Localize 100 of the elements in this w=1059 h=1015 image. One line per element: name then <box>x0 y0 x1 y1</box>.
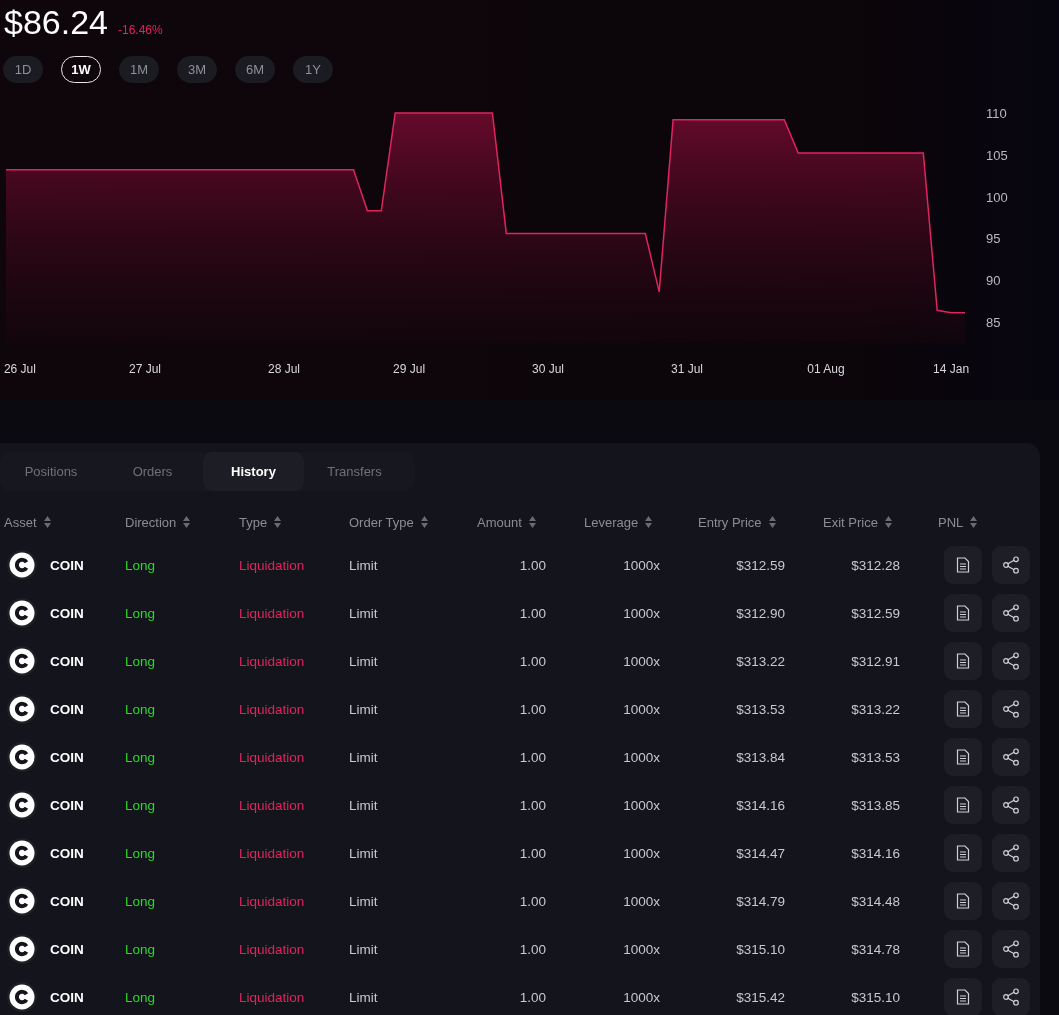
column-header[interactable]: Leverage <box>584 514 639 530</box>
details-button[interactable] <box>944 930 982 968</box>
coin-logo-icon <box>9 552 35 578</box>
table-cell: Long <box>125 941 156 957</box>
table-cell: Long <box>125 653 156 669</box>
column-header[interactable]: Asset <box>4 514 37 530</box>
share-icon <box>1002 892 1020 910</box>
details-button[interactable] <box>944 642 982 680</box>
document-icon <box>956 557 970 573</box>
table-cell: 1.00 <box>519 557 546 573</box>
range-tab[interactable]: 3M <box>177 56 217 83</box>
table-cell: Liquidation <box>239 989 305 1005</box>
table-cell: Liquidation <box>239 701 305 717</box>
tab[interactable]: Transfers <box>304 452 405 491</box>
table-cell: 1000x <box>623 749 660 765</box>
share-button[interactable] <box>992 834 1030 872</box>
table-cell: Long <box>125 605 156 621</box>
sort-icon[interactable] <box>528 515 536 529</box>
table-cell: Long <box>125 557 156 573</box>
coin-logo-icon <box>9 696 35 722</box>
asset-name: COIN <box>50 797 84 813</box>
details-button[interactable] <box>944 690 982 728</box>
table-cell: $313.53 <box>736 701 785 717</box>
column-header[interactable]: Type <box>239 514 268 530</box>
table-cell: 1.00 <box>519 749 546 765</box>
sort-icon[interactable] <box>274 515 282 529</box>
range-tab[interactable]: 1Y <box>293 56 333 83</box>
share-button[interactable] <box>992 642 1030 680</box>
sort-icon[interactable] <box>884 515 892 529</box>
details-button[interactable] <box>944 978 982 1015</box>
table-cell: Liquidation <box>239 797 305 813</box>
column-header[interactable]: PNL <box>938 514 964 530</box>
table-cell: Limit <box>349 557 378 573</box>
sort-icon[interactable] <box>183 515 191 529</box>
sort-icon[interactable] <box>970 515 978 529</box>
share-icon <box>1002 556 1020 574</box>
y-axis-label: 90 <box>986 273 1001 289</box>
details-button[interactable] <box>944 834 982 872</box>
table-cell: Limit <box>349 989 378 1005</box>
table-cell: $315.42 <box>736 989 785 1005</box>
x-axis-label: 14 Jan <box>933 362 970 376</box>
share-button[interactable] <box>992 930 1030 968</box>
share-icon <box>1002 652 1020 670</box>
details-button[interactable] <box>944 786 982 824</box>
table-cell: Long <box>125 893 156 909</box>
column-header[interactable]: Exit Price <box>823 514 878 530</box>
share-icon <box>1002 796 1020 814</box>
table-cell: 1000x <box>623 701 660 717</box>
share-button[interactable] <box>992 690 1030 728</box>
column-header[interactable]: Direction <box>125 514 177 530</box>
details-button[interactable] <box>944 594 982 632</box>
tab[interactable]: Orders <box>102 452 203 491</box>
table-cell: Limit <box>349 893 378 909</box>
coin-logo-icon <box>9 984 35 1010</box>
document-icon <box>956 797 970 813</box>
table-cell: $313.85 <box>851 797 900 813</box>
tab[interactable]: Positions <box>0 452 102 491</box>
document-icon <box>956 605 970 621</box>
asset-name: COIN <box>50 605 84 621</box>
table-cell: $313.53 <box>851 749 900 765</box>
share-button[interactable] <box>992 594 1030 632</box>
share-button[interactable] <box>992 738 1030 776</box>
asset-name: COIN <box>50 941 84 957</box>
details-button[interactable] <box>944 738 982 776</box>
column-header[interactable]: Amount <box>477 514 522 530</box>
table-cell: 1.00 <box>519 893 546 909</box>
coin-logo-icon <box>9 840 35 866</box>
table-cell: 1.00 <box>519 653 546 669</box>
table-cell: 1.00 <box>519 941 546 957</box>
sort-icon[interactable] <box>768 515 776 529</box>
x-axis-label: 31 Jul <box>671 362 704 376</box>
table-cell: $312.28 <box>851 557 900 573</box>
asset-name: COIN <box>50 845 84 861</box>
table-cell: Liquidation <box>239 557 305 573</box>
share-button[interactable] <box>992 882 1030 920</box>
sort-icon[interactable] <box>645 515 653 529</box>
range-tab[interactable]: 6M <box>235 56 275 83</box>
table-cell: 1000x <box>623 557 660 573</box>
share-button[interactable] <box>992 786 1030 824</box>
column-header[interactable]: Order Type <box>349 514 414 530</box>
table-cell: Long <box>125 701 156 717</box>
table-cell: $314.16 <box>736 797 785 813</box>
document-icon <box>956 749 970 765</box>
table-cell: $315.10 <box>736 941 785 957</box>
sort-icon[interactable] <box>43 515 51 529</box>
details-button[interactable] <box>944 546 982 584</box>
table-cell: Long <box>125 749 156 765</box>
sort-icon[interactable] <box>420 515 428 529</box>
table-cell: Liquidation <box>239 605 305 621</box>
details-button[interactable] <box>944 882 982 920</box>
table-cell: Long <box>125 845 156 861</box>
column-header[interactable]: Entry Price <box>698 514 762 530</box>
table-cell: Liquidation <box>239 941 305 957</box>
range-tab[interactable]: 1M <box>119 56 159 83</box>
table-cell: Limit <box>349 845 378 861</box>
range-tab[interactable]: 1D <box>3 56 43 83</box>
tab[interactable]: History <box>203 452 304 491</box>
share-button[interactable] <box>992 978 1030 1015</box>
table-cell: 1000x <box>623 797 660 813</box>
share-button[interactable] <box>992 546 1030 584</box>
